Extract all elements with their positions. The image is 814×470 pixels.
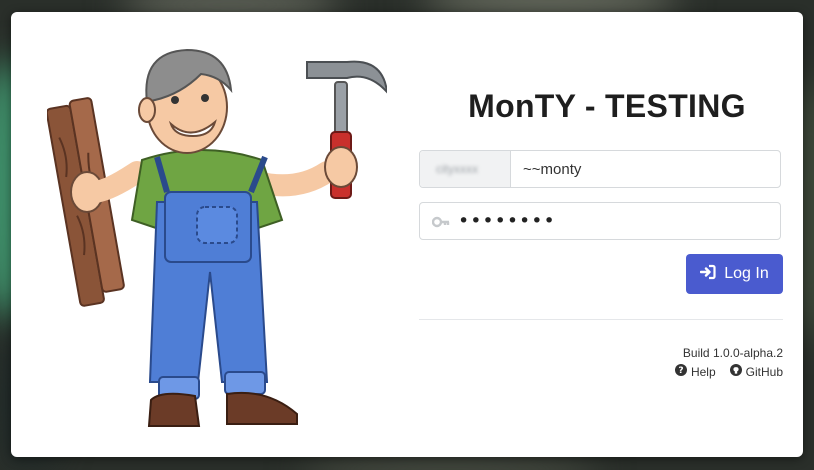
github-label: GitHub — [745, 364, 783, 379]
app-title: MonTY - TESTING — [468, 88, 746, 124]
password-input[interactable] — [454, 203, 774, 239]
help-label: Help — [690, 364, 716, 379]
username-input[interactable] — [511, 151, 777, 187]
github-link[interactable]: GitHub — [729, 364, 783, 379]
question-circle-icon: ? — [674, 364, 687, 379]
handyman-illustration — [47, 48, 387, 427]
username-prefix-text: cityxxxx — [436, 162, 478, 176]
sign-in-icon — [700, 264, 716, 285]
key-icon — [431, 214, 450, 235]
login-button-label: Log In — [724, 265, 769, 282]
password-field — [419, 202, 781, 240]
github-icon — [729, 364, 742, 379]
footer-links: ? Help GitHub — [674, 364, 783, 379]
help-link[interactable]: ? Help — [674, 364, 716, 379]
username-prefix: cityxxxx — [420, 151, 511, 187]
svg-text:?: ? — [678, 366, 683, 376]
divider — [419, 319, 783, 320]
username-field: cityxxxx — [419, 150, 781, 188]
login-button[interactable]: Log In — [686, 254, 783, 294]
build-version: Build 1.0.0-alpha.2 — [682, 346, 783, 360]
